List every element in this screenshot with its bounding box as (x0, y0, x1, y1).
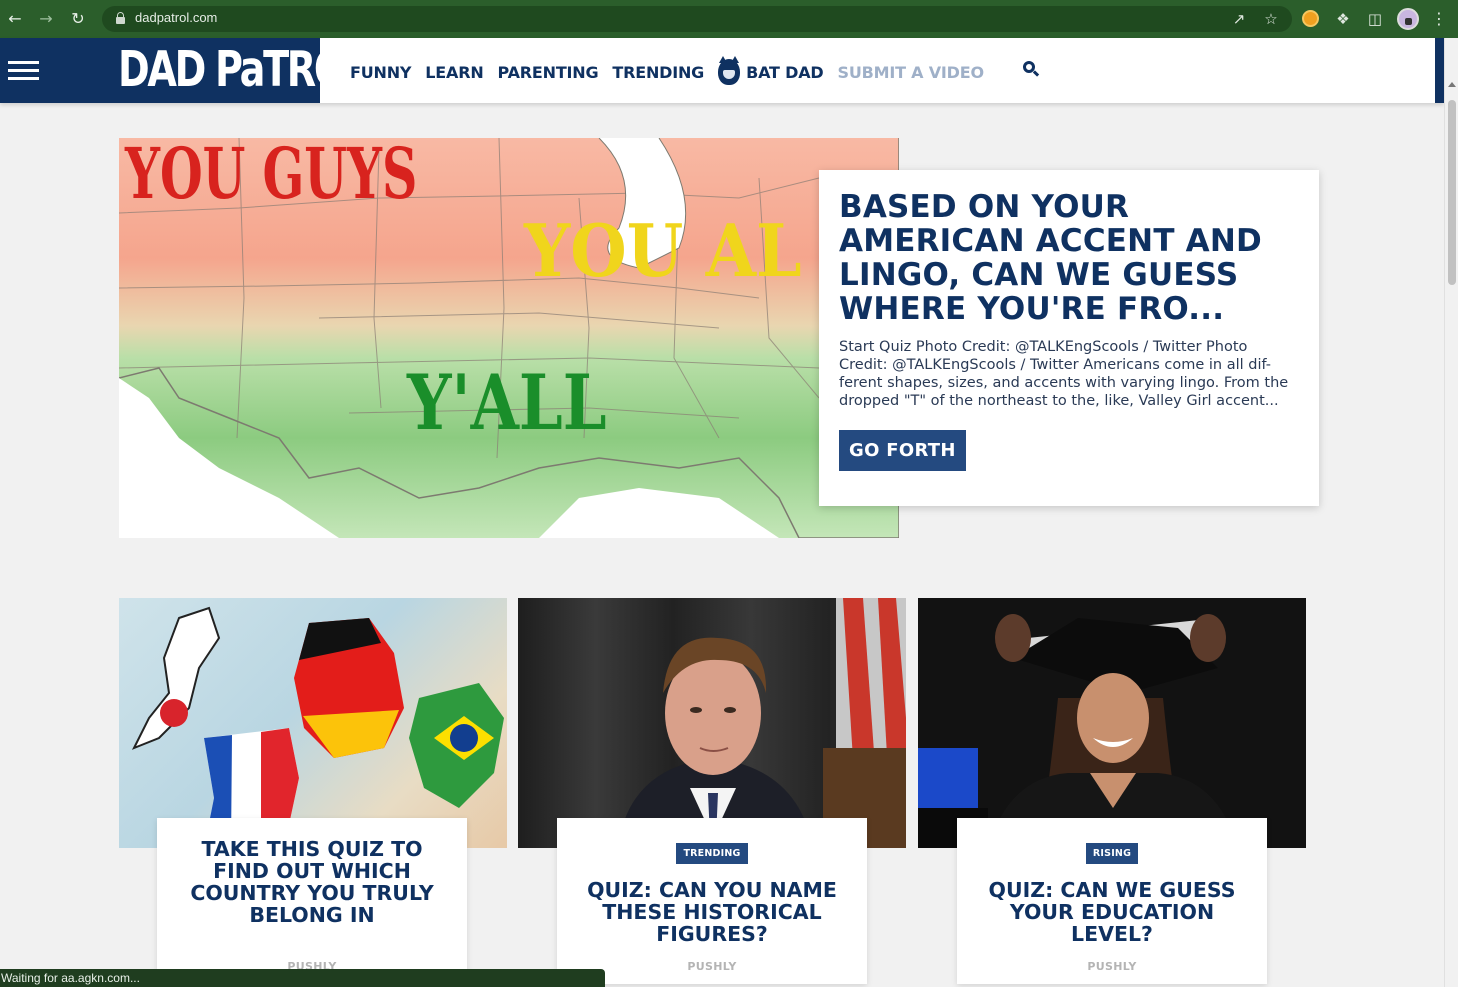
nav-funny[interactable]: FUNNY (350, 63, 411, 82)
card-historical-figures[interactable]: TRENDING QUIZ: CAN YOU NAME THESE HISTOR… (557, 818, 867, 984)
card-image-graduate[interactable] (918, 598, 1306, 848)
status-badge-trending: TRENDING (676, 843, 748, 864)
nav-bat-dad-label[interactable]: BAT DAD (746, 63, 824, 82)
hamburger-icon[interactable] (8, 61, 39, 80)
nav-bat-dad[interactable]: BAT DAD (718, 56, 824, 85)
profile-icon[interactable] (1397, 8, 1419, 30)
status-badge-rising: RISING (1085, 843, 1139, 864)
card-title[interactable]: QUIZ: CAN YOU NAME THESE HISTORICAL FIGU… (557, 879, 867, 945)
main-nav: FUNNY LEARN PARENTING TRENDING BAT DAD S… (350, 56, 998, 85)
header-brand-area: DAD PaTROL (0, 38, 368, 103)
site-header: DAD PaTROL FUNNY LEARN PARENTING TRENDIN… (0, 38, 1444, 103)
flags-map-illustration (131, 606, 504, 848)
hero-excerpt: Start Quiz Photo Credit: @TALKEngScools … (839, 339, 1289, 409)
puzzle-icon[interactable]: ❖ (1333, 9, 1353, 29)
scroll-thumb[interactable] (1448, 100, 1456, 285)
graduate-illustration (918, 614, 1238, 848)
sidepanel-icon[interactable]: ◫ (1365, 9, 1385, 29)
search-icon[interactable] (1023, 61, 1040, 77)
site-logo[interactable]: DAD PaTROL (118, 42, 368, 98)
status-text: Waiting for aa.agkn.com... (1, 971, 140, 985)
nav-parenting[interactable]: PARENTING (498, 63, 599, 82)
extension-icon[interactable] (1302, 10, 1319, 27)
browser-toolbar: ← → ↻ dadpatrol.com ↗ ☆ ❖ ◫ ⋮ (0, 0, 1458, 38)
hero-word-you-all: YOU AL (524, 208, 802, 293)
go-forth-button[interactable]: GO FORTH (839, 430, 966, 471)
header-edge-bar (1435, 38, 1444, 103)
hero-map-image[interactable]: YOU GUYS YOU AL Y'ALL (119, 138, 899, 538)
card-image-countries[interactable] (119, 598, 507, 848)
portrait-illustration (618, 598, 906, 848)
share-icon[interactable]: ↗ (1229, 9, 1249, 29)
page-scrollbar[interactable] (1444, 38, 1458, 987)
nav-submit-video[interactable]: SUBMIT A VIDEO (838, 63, 985, 82)
scroll-up-icon[interactable] (1448, 82, 1456, 87)
reload-icon[interactable]: ↻ (68, 9, 88, 29)
browser-status-bar: Waiting for aa.agkn.com... (0, 969, 605, 987)
lock-icon (116, 12, 125, 24)
bat-dad-icon (718, 56, 741, 85)
hero-card: BASED ON YOUR AMERICAN ACCENT AND LINGO,… (819, 170, 1319, 506)
star-icon[interactable]: ☆ (1261, 9, 1281, 29)
card-countries[interactable]: TAKE THIS QUIZ TO FIND OUT WHICH COUNTRY… (157, 818, 467, 984)
nav-trending[interactable]: TRENDING (612, 63, 704, 82)
card-title[interactable]: QUIZ: CAN WE GUESS YOUR EDUCATION LEVEL? (957, 879, 1267, 945)
card-image-historical-figure[interactable] (518, 598, 906, 848)
address-bar[interactable]: dadpatrol.com (102, 6, 1292, 32)
card-source: PUSHLY (1087, 960, 1137, 973)
forward-arrow-icon[interactable]: → (36, 9, 56, 29)
hero-word-yall: Y'ALL (407, 358, 607, 447)
back-arrow-icon[interactable]: ← (5, 9, 25, 29)
card-title[interactable]: TAKE THIS QUIZ TO FIND OUT WHICH COUNTRY… (157, 838, 467, 926)
nav-learn[interactable]: LEARN (425, 63, 483, 82)
url-text: dadpatrol.com (135, 10, 218, 25)
hero-title[interactable]: BASED ON YOUR AMERICAN ACCENT AND LINGO,… (839, 190, 1299, 326)
kebab-menu-icon[interactable]: ⋮ (1429, 9, 1449, 29)
card-education-level[interactable]: RISING QUIZ: CAN WE GUESS YOUR EDUCATION… (957, 818, 1267, 984)
hero-word-you-guys: YOU GUYS (125, 138, 418, 215)
